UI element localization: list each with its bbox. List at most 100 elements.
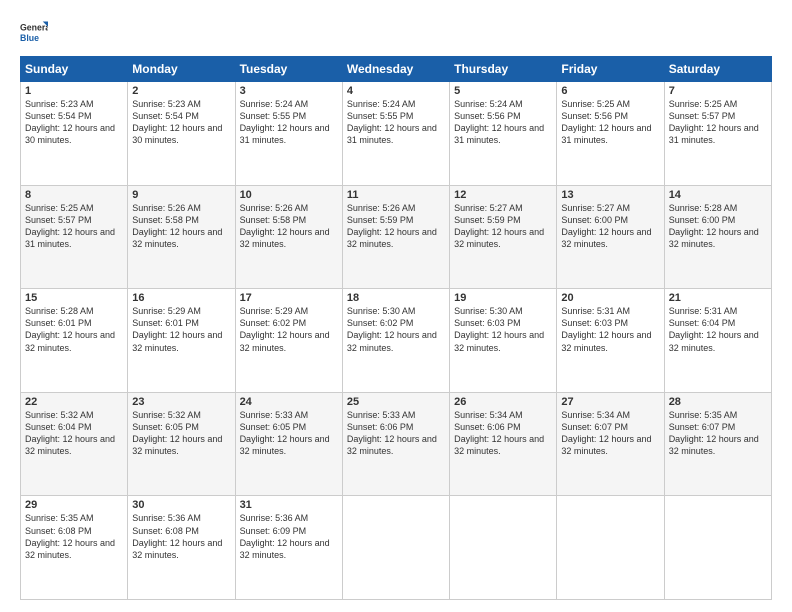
cell-info: Sunrise: 5:34 AMSunset: 6:06 PMDaylight:…: [454, 409, 552, 458]
calendar-cell: 4Sunrise: 5:24 AMSunset: 5:55 PMDaylight…: [342, 82, 449, 186]
day-number: 28: [669, 396, 767, 408]
day-number: 29: [25, 499, 123, 511]
calendar-header: SundayMondayTuesdayWednesdayThursdayFrid…: [21, 57, 772, 82]
calendar-cell: 1Sunrise: 5:23 AMSunset: 5:54 PMDaylight…: [21, 82, 128, 186]
cell-info: Sunrise: 5:36 AMSunset: 6:09 PMDaylight:…: [240, 512, 338, 561]
day-number: 31: [240, 499, 338, 511]
calendar-cell: 2Sunrise: 5:23 AMSunset: 5:54 PMDaylight…: [128, 82, 235, 186]
cell-info: Sunrise: 5:26 AMSunset: 5:59 PMDaylight:…: [347, 202, 445, 251]
cell-info: Sunrise: 5:23 AMSunset: 5:54 PMDaylight:…: [132, 98, 230, 147]
week-row-0: 1Sunrise: 5:23 AMSunset: 5:54 PMDaylight…: [21, 82, 772, 186]
calendar-cell: 9Sunrise: 5:26 AMSunset: 5:58 PMDaylight…: [128, 185, 235, 289]
cell-info: Sunrise: 5:24 AMSunset: 5:56 PMDaylight:…: [454, 98, 552, 147]
day-number: 13: [561, 189, 659, 201]
calendar-cell: 3Sunrise: 5:24 AMSunset: 5:55 PMDaylight…: [235, 82, 342, 186]
page: General Blue SundayMondayTuesdayWednesda…: [0, 0, 792, 612]
calendar-cell: 26Sunrise: 5:34 AMSunset: 6:06 PMDayligh…: [450, 392, 557, 496]
calendar-cell: 12Sunrise: 5:27 AMSunset: 5:59 PMDayligh…: [450, 185, 557, 289]
header-cell-friday: Friday: [557, 57, 664, 82]
cell-info: Sunrise: 5:31 AMSunset: 6:04 PMDaylight:…: [669, 305, 767, 354]
calendar-cell: [342, 496, 449, 600]
calendar-cell: 27Sunrise: 5:34 AMSunset: 6:07 PMDayligh…: [557, 392, 664, 496]
calendar-cell: [664, 496, 771, 600]
cell-info: Sunrise: 5:33 AMSunset: 6:05 PMDaylight:…: [240, 409, 338, 458]
calendar-cell: 21Sunrise: 5:31 AMSunset: 6:04 PMDayligh…: [664, 289, 771, 393]
calendar-cell: 29Sunrise: 5:35 AMSunset: 6:08 PMDayligh…: [21, 496, 128, 600]
day-number: 17: [240, 292, 338, 304]
day-number: 6: [561, 85, 659, 97]
calendar-cell: 16Sunrise: 5:29 AMSunset: 6:01 PMDayligh…: [128, 289, 235, 393]
calendar-cell: 8Sunrise: 5:25 AMSunset: 5:57 PMDaylight…: [21, 185, 128, 289]
day-number: 30: [132, 499, 230, 511]
calendar-cell: 22Sunrise: 5:32 AMSunset: 6:04 PMDayligh…: [21, 392, 128, 496]
day-number: 8: [25, 189, 123, 201]
svg-text:General: General: [20, 22, 48, 32]
cell-info: Sunrise: 5:35 AMSunset: 6:08 PMDaylight:…: [25, 512, 123, 561]
cell-info: Sunrise: 5:25 AMSunset: 5:56 PMDaylight:…: [561, 98, 659, 147]
week-row-2: 15Sunrise: 5:28 AMSunset: 6:01 PMDayligh…: [21, 289, 772, 393]
calendar-cell: 20Sunrise: 5:31 AMSunset: 6:03 PMDayligh…: [557, 289, 664, 393]
day-number: 19: [454, 292, 552, 304]
cell-info: Sunrise: 5:25 AMSunset: 5:57 PMDaylight:…: [669, 98, 767, 147]
day-number: 20: [561, 292, 659, 304]
day-number: 16: [132, 292, 230, 304]
cell-info: Sunrise: 5:32 AMSunset: 6:04 PMDaylight:…: [25, 409, 123, 458]
svg-text:Blue: Blue: [20, 33, 39, 43]
day-number: 26: [454, 396, 552, 408]
header-row: SundayMondayTuesdayWednesdayThursdayFrid…: [21, 57, 772, 82]
header: General Blue: [20, 18, 772, 46]
week-row-3: 22Sunrise: 5:32 AMSunset: 6:04 PMDayligh…: [21, 392, 772, 496]
cell-info: Sunrise: 5:26 AMSunset: 5:58 PMDaylight:…: [132, 202, 230, 251]
cell-info: Sunrise: 5:28 AMSunset: 6:01 PMDaylight:…: [25, 305, 123, 354]
calendar-cell: 11Sunrise: 5:26 AMSunset: 5:59 PMDayligh…: [342, 185, 449, 289]
logo-icon: General Blue: [20, 18, 48, 46]
calendar-cell: 31Sunrise: 5:36 AMSunset: 6:09 PMDayligh…: [235, 496, 342, 600]
week-row-1: 8Sunrise: 5:25 AMSunset: 5:57 PMDaylight…: [21, 185, 772, 289]
day-number: 3: [240, 85, 338, 97]
header-cell-monday: Monday: [128, 57, 235, 82]
calendar-cell: 14Sunrise: 5:28 AMSunset: 6:00 PMDayligh…: [664, 185, 771, 289]
day-number: 14: [669, 189, 767, 201]
cell-info: Sunrise: 5:27 AMSunset: 6:00 PMDaylight:…: [561, 202, 659, 251]
day-number: 10: [240, 189, 338, 201]
cell-info: Sunrise: 5:29 AMSunset: 6:01 PMDaylight:…: [132, 305, 230, 354]
calendar-cell: 6Sunrise: 5:25 AMSunset: 5:56 PMDaylight…: [557, 82, 664, 186]
calendar-cell: 25Sunrise: 5:33 AMSunset: 6:06 PMDayligh…: [342, 392, 449, 496]
week-row-4: 29Sunrise: 5:35 AMSunset: 6:08 PMDayligh…: [21, 496, 772, 600]
cell-info: Sunrise: 5:25 AMSunset: 5:57 PMDaylight:…: [25, 202, 123, 251]
cell-info: Sunrise: 5:30 AMSunset: 6:02 PMDaylight:…: [347, 305, 445, 354]
calendar-cell: 28Sunrise: 5:35 AMSunset: 6:07 PMDayligh…: [664, 392, 771, 496]
calendar-cell: [450, 496, 557, 600]
cell-info: Sunrise: 5:33 AMSunset: 6:06 PMDaylight:…: [347, 409, 445, 458]
calendar-cell: 5Sunrise: 5:24 AMSunset: 5:56 PMDaylight…: [450, 82, 557, 186]
cell-info: Sunrise: 5:23 AMSunset: 5:54 PMDaylight:…: [25, 98, 123, 147]
cell-info: Sunrise: 5:30 AMSunset: 6:03 PMDaylight:…: [454, 305, 552, 354]
day-number: 1: [25, 85, 123, 97]
logo: General Blue: [20, 18, 52, 46]
calendar-cell: 17Sunrise: 5:29 AMSunset: 6:02 PMDayligh…: [235, 289, 342, 393]
day-number: 18: [347, 292, 445, 304]
header-cell-wednesday: Wednesday: [342, 57, 449, 82]
calendar-cell: [557, 496, 664, 600]
day-number: 21: [669, 292, 767, 304]
day-number: 5: [454, 85, 552, 97]
day-number: 4: [347, 85, 445, 97]
cell-info: Sunrise: 5:28 AMSunset: 6:00 PMDaylight:…: [669, 202, 767, 251]
day-number: 22: [25, 396, 123, 408]
cell-info: Sunrise: 5:32 AMSunset: 6:05 PMDaylight:…: [132, 409, 230, 458]
header-cell-sunday: Sunday: [21, 57, 128, 82]
cell-info: Sunrise: 5:26 AMSunset: 5:58 PMDaylight:…: [240, 202, 338, 251]
day-number: 2: [132, 85, 230, 97]
day-number: 12: [454, 189, 552, 201]
day-number: 27: [561, 396, 659, 408]
calendar-cell: 10Sunrise: 5:26 AMSunset: 5:58 PMDayligh…: [235, 185, 342, 289]
cell-info: Sunrise: 5:27 AMSunset: 5:59 PMDaylight:…: [454, 202, 552, 251]
cell-info: Sunrise: 5:35 AMSunset: 6:07 PMDaylight:…: [669, 409, 767, 458]
day-number: 24: [240, 396, 338, 408]
day-number: 9: [132, 189, 230, 201]
cell-info: Sunrise: 5:34 AMSunset: 6:07 PMDaylight:…: [561, 409, 659, 458]
calendar-body: 1Sunrise: 5:23 AMSunset: 5:54 PMDaylight…: [21, 82, 772, 600]
cell-info: Sunrise: 5:36 AMSunset: 6:08 PMDaylight:…: [132, 512, 230, 561]
calendar-cell: 30Sunrise: 5:36 AMSunset: 6:08 PMDayligh…: [128, 496, 235, 600]
calendar-cell: 24Sunrise: 5:33 AMSunset: 6:05 PMDayligh…: [235, 392, 342, 496]
